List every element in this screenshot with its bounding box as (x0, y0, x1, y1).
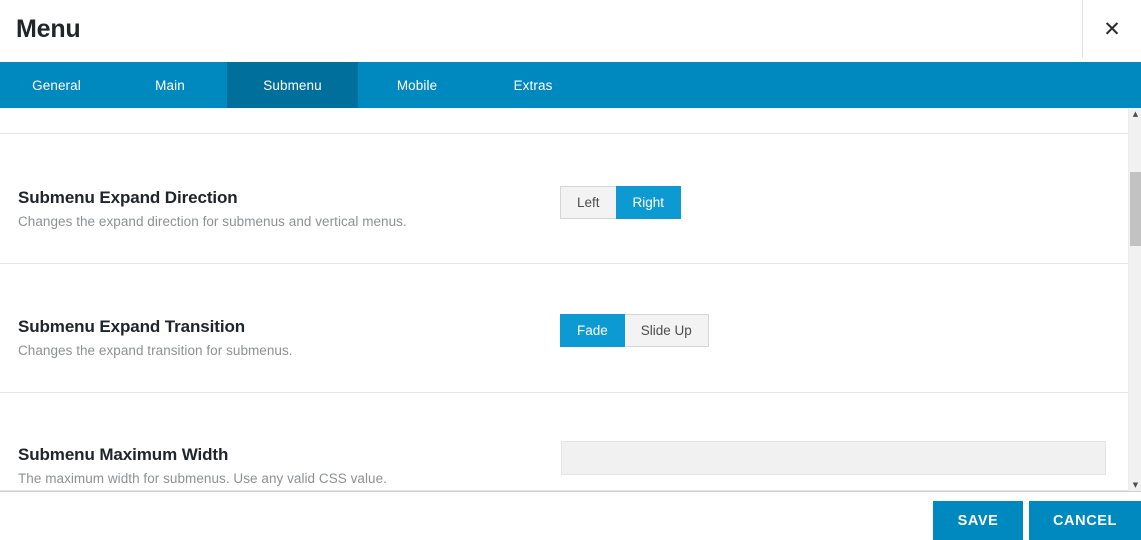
tab-mobile[interactable]: Mobile (358, 62, 476, 108)
menu-settings-modal: Menu ✕ General Main Submenu Mobile Extra… (0, 0, 1141, 540)
scroll-down-arrow-icon[interactable]: ▼ (1129, 479, 1141, 491)
close-button[interactable]: ✕ (1083, 0, 1141, 58)
setting-description: Changes the expand transition for submen… (18, 343, 293, 358)
cancel-button[interactable]: CANCEL (1029, 501, 1141, 540)
option-right[interactable]: Right (615, 186, 682, 219)
setting-row: Submenu Maximum Width The maximum width … (0, 393, 1128, 491)
submenu-expand-direction-group: Left Right (560, 186, 682, 219)
page-title: Menu (16, 15, 81, 43)
vertical-scrollbar[interactable]: ▲ ▼ (1128, 108, 1141, 491)
modal-header: Menu ✕ (0, 0, 1141, 58)
tab-label: Submenu (263, 77, 322, 93)
tab-label: Mobile (396, 77, 438, 93)
tab-label: Main (155, 77, 185, 93)
tab-main[interactable]: Main (113, 62, 227, 108)
option-slide-up[interactable]: Slide Up (623, 314, 709, 347)
setting-row: Submenu Expand Transition Changes the ex… (0, 264, 1128, 393)
scrollbar-thumb[interactable] (1130, 172, 1141, 246)
tab-extras[interactable]: Extras (476, 62, 590, 108)
setting-row: Submenu Expand Direction Changes the exp… (0, 134, 1128, 264)
tab-submenu[interactable]: Submenu (227, 62, 358, 118)
option-left[interactable]: Left (560, 186, 617, 219)
option-fade[interactable]: Fade (560, 314, 625, 347)
tab-label: Extras (513, 77, 553, 93)
setting-label: Submenu Maximum Width (18, 445, 229, 464)
scroll-up-arrow-icon[interactable]: ▲ (1129, 108, 1141, 120)
modal-footer: SAVE CANCEL (0, 491, 1141, 540)
settings-panel: Submenu Expand Direction Changes the exp… (0, 108, 1141, 491)
setting-label: Submenu Expand Transition (18, 317, 246, 336)
submenu-expand-transition-group: Fade Slide Up (560, 314, 709, 347)
tab-bar: General Main Submenu Mobile Extras (0, 62, 1141, 118)
tab-label: General (32, 77, 81, 93)
setting-description: Changes the expand direction for submenu… (18, 214, 407, 229)
submenu-maximum-width-input[interactable] (561, 441, 1106, 475)
tab-general[interactable]: General (0, 62, 113, 108)
close-icon: ✕ (1103, 16, 1121, 41)
save-button[interactable]: SAVE (933, 501, 1023, 540)
setting-label: Submenu Expand Direction (18, 188, 238, 207)
setting-description: The maximum width for submenus. Use any … (18, 471, 387, 486)
